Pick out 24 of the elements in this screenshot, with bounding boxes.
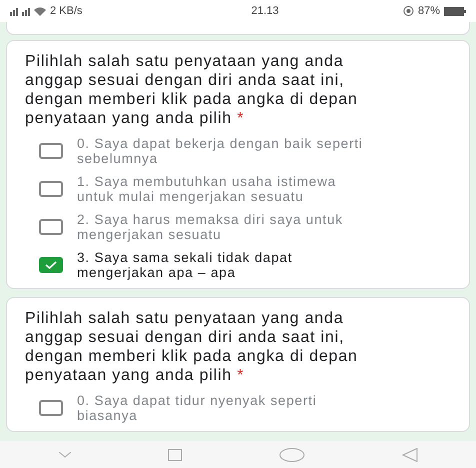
option-label: 3. Saya sama sekali tidak dapat mengerjakan apa – apa xyxy=(77,250,294,280)
network-speed: 2 KB/s xyxy=(50,4,82,19)
checkbox[interactable] xyxy=(39,400,63,416)
alarm-icon xyxy=(402,6,414,16)
back-icon[interactable] xyxy=(402,448,418,462)
clock: 21.13 xyxy=(250,4,280,19)
wifi-icon xyxy=(34,6,46,16)
circle-icon[interactable] xyxy=(278,448,304,462)
checkmark-icon xyxy=(45,261,57,269)
battery-percent: 87% xyxy=(418,4,440,19)
battery-icon xyxy=(444,6,466,16)
square-icon[interactable] xyxy=(168,448,182,460)
option-label: 0. Saya dapat bekerja dengan baik seperti sebelumnya xyxy=(77,136,364,166)
checkbox[interactable] xyxy=(39,143,63,159)
option-label: 0. Saya dapat tidur nyenyak seperti biasanya xyxy=(77,393,318,423)
option-label: 2. Saya harus memaksa diri saya untuk mengerjakan sesuatu xyxy=(77,212,344,242)
checkbox[interactable] xyxy=(39,257,63,273)
signal-icon xyxy=(10,6,30,16)
checkbox[interactable] xyxy=(39,181,63,197)
question-text: Pilihlah salah satu penyataan yang anda anggap sesuai dengan diri anda saat ini, dengan memberi klik pada angka di depan penyataan yang anda pilih * xyxy=(25,52,359,128)
checkbox[interactable] xyxy=(39,219,63,235)
question-text: Pilihlah salah satu penyataan yang anda anggap sesuai dengan diri anda saat ini, dengan memberi klik pada angka di depan penyataan yang anda pilih * xyxy=(25,309,359,385)
option-label: 1. Saya membutuhkan usaha istimewa untuk mulai mengerjakan sesuatu xyxy=(77,174,338,204)
chevron-down-icon[interactable] xyxy=(58,452,70,458)
